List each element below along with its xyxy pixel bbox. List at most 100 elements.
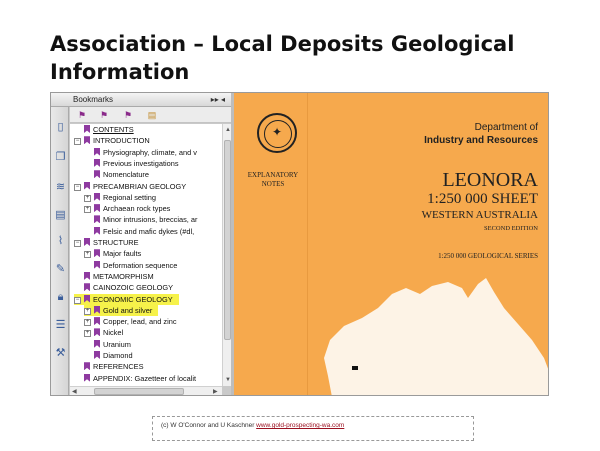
attachment-icon[interactable]: ⌇: [54, 235, 67, 248]
bookmark-label: Physiography, climate, and v: [103, 147, 197, 157]
bookmark-item[interactable]: − PRECAMBRIAN GEOLOGY: [74, 181, 186, 192]
bookmark-vertical-scrollbar[interactable]: ▲ ▼: [222, 124, 231, 386]
bookmark-item[interactable]: + Major faults: [84, 248, 141, 259]
bookmark-item[interactable]: CONTENTS: [74, 124, 134, 135]
bookmark-item[interactable]: APPENDIX: Gazetteer of localit: [74, 373, 196, 384]
bookmarks-header: Bookmarks ▸▸ ◂: [51, 93, 231, 107]
scroll-left-icon[interactable]: ◀: [72, 388, 77, 395]
bookmark-item[interactable]: + Copper, lead, and zinc: [84, 316, 177, 327]
tools-icon[interactable]: ⚒: [54, 347, 67, 360]
government-seal-icon: [257, 113, 297, 153]
australia-outline: [324, 278, 548, 395]
website-link[interactable]: www.gold-prospecting-wa.com: [256, 422, 344, 429]
bookmark-item[interactable]: Minor intrusions, breccias, ar: [84, 214, 197, 225]
page-left-column: EXPLANATORY NOTES: [234, 93, 308, 395]
bookmark-icon: [84, 283, 90, 292]
collapse-icon[interactable]: −: [74, 183, 81, 191]
bookmark-label: Diamond: [103, 351, 133, 360]
panel-controls[interactable]: ▸▸ ◂: [211, 93, 225, 107]
expand-icon[interactable]: +: [84, 319, 91, 327]
form-icon[interactable]: ☰: [54, 319, 67, 332]
bookmark-item[interactable]: − ECONOMIC GEOLOGY: [74, 293, 179, 305]
pdf-viewer-screenshot: Bookmarks ▸▸ ◂ ▯ ❐ ≋ ▤ ⌇ ✎ 🔒︎ ☰ ⚒ ⚑ ⚑ ⚑ …: [50, 92, 549, 396]
geological-series: 1:250 000 GEOLOGICAL SERIES: [438, 252, 538, 260]
bookmark-icon: [94, 305, 100, 314]
expand-icon[interactable]: +: [84, 251, 91, 259]
bookmark-label: Nomenclature: [103, 170, 150, 180]
collapse-icon[interactable]: −: [74, 240, 81, 247]
sheet-location-marker: [352, 366, 358, 370]
bookmark-label: CAINOZOIC GEOLOGY: [93, 283, 174, 293]
bookmark-label: ECONOMIC GEOLOGY: [93, 294, 173, 304]
bookmark-icon: [84, 362, 90, 371]
slide-title: Association – Local Deposits Geological …: [50, 32, 515, 84]
bookmark-item[interactable]: Previous investigations: [84, 158, 179, 169]
bookmark-item[interactable]: + Regional setting: [84, 192, 156, 203]
layers-icon[interactable]: ≋: [54, 181, 67, 194]
horizontal-scroll-thumb[interactable]: [94, 388, 184, 395]
bookmark-label: PRECAMBRIAN GEOLOGY: [93, 181, 187, 191]
bookmark-icon: [84, 294, 90, 303]
signature-icon[interactable]: ✎: [54, 263, 67, 276]
bookmark-item[interactable]: − INTRODUCTION: [74, 135, 150, 146]
bookmark-item[interactable]: METAMORPHISM: [74, 271, 154, 282]
bookmark-item[interactable]: CAINOZOIC GEOLOGY: [74, 282, 173, 293]
bookmark-label: Nickel: [103, 328, 124, 338]
options-icon[interactable]: ▤: [146, 109, 158, 121]
bookmark-label: Deformation sequence: [103, 260, 178, 270]
bookmark-label: Uranium: [103, 339, 131, 349]
delete-bookmark-icon[interactable]: ⚑: [98, 109, 110, 121]
bookmark-item[interactable]: Nomenclature: [84, 169, 149, 180]
bookmark-icon: [84, 373, 90, 382]
department-line2: Industry and Resources: [424, 135, 538, 146]
bookmarks-title: Bookmarks: [73, 95, 114, 104]
bookmark-icon: [94, 260, 100, 269]
scroll-right-icon[interactable]: ▶: [213, 388, 218, 395]
department-line1: Department of: [474, 122, 538, 133]
bookmark-label: APPENDIX: Gazetteer of localit: [93, 373, 197, 383]
bookmark-label: Gold and silver: [103, 305, 153, 315]
bookmark-icon: [94, 226, 100, 235]
bookmark-item[interactable]: + Nickel: [84, 327, 123, 338]
bookmark-icon: [94, 249, 100, 258]
bookmark-icon: [84, 181, 90, 190]
bookmark-item[interactable]: + Archaean rock types: [84, 203, 170, 214]
lock-icon[interactable]: 🔒︎: [54, 291, 67, 304]
department-block: Department of Industry and Resources: [338, 121, 538, 147]
bookmark-label: Regional setting: [103, 192, 157, 202]
bookmark-icon: [94, 158, 100, 167]
bookmark-horizontal-scrollbar[interactable]: ◀ ▶: [70, 386, 222, 395]
bookmark-item[interactable]: Diamond: [84, 350, 133, 361]
page-icon[interactable]: ▯: [54, 121, 67, 134]
comment-icon[interactable]: ▤: [54, 209, 67, 222]
bookmark-item[interactable]: − STRUCTURE: [74, 237, 139, 248]
expand-icon[interactable]: +: [84, 194, 91, 202]
bookmark-item[interactable]: Deformation sequence: [84, 260, 177, 271]
bookmark-label: Copper, lead, and zinc: [103, 317, 177, 327]
bookmark-icon: [94, 204, 100, 213]
pages-icon[interactable]: ❐: [54, 151, 67, 164]
new-bookmark-icon[interactable]: ⚑: [76, 109, 88, 121]
bookmark-item[interactable]: REFERENCES: [74, 361, 144, 372]
bookmark-tree: CONTENTS − INTRODUCTION Physiography, clima…: [70, 124, 222, 386]
copyright-caption: (c) W O'Connor and U Kaschner www.gold-p…: [152, 416, 474, 441]
bookmark-item[interactable]: + Gold and silver: [84, 304, 159, 316]
bookmark-item[interactable]: Physiography, climate, and v: [84, 147, 197, 158]
bookmark-label: METAMORPHISM: [93, 271, 154, 281]
australia-map: [324, 278, 548, 395]
collapse-icon[interactable]: −: [74, 296, 81, 304]
expand-icon[interactable]: +: [84, 206, 91, 214]
navigation-strip: ▯ ❐ ≋ ▤ ⌇ ✎ 🔒︎ ☰ ⚒: [51, 107, 69, 395]
bookmark-item[interactable]: Uranium: [84, 339, 131, 350]
bookmark-item[interactable]: Felsic and mafic dykes (#dl,: [84, 226, 194, 237]
vertical-scroll-thumb[interactable]: [224, 140, 231, 340]
bookmark-label: REFERENCES: [93, 362, 144, 372]
collapse-icon[interactable]: −: [74, 138, 81, 146]
expand-icon[interactable]: +: [84, 330, 91, 338]
bookmark-label: Major faults: [103, 249, 142, 259]
expand-icon[interactable]: +: [84, 307, 91, 315]
expand-bookmark-icon[interactable]: ⚑: [122, 109, 134, 121]
bookmark-label: CONTENTS: [93, 125, 134, 134]
bookmark-label: STRUCTURE: [93, 238, 139, 247]
bookmark-label: INTRODUCTION: [93, 136, 150, 146]
